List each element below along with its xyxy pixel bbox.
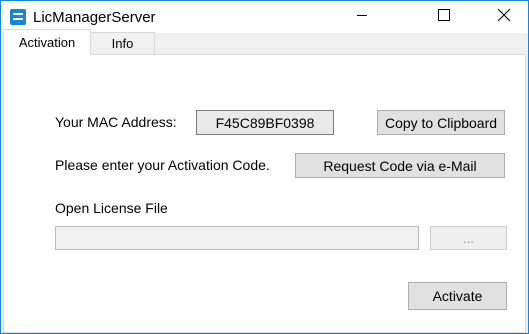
- mac-address-label: Your MAC Address:: [55, 114, 177, 130]
- activation-code-prompt: Please enter your Activation Code.: [55, 157, 270, 173]
- maximize-button[interactable]: [421, 1, 467, 33]
- license-file-label: Open License File: [55, 200, 168, 216]
- maximize-icon: [437, 8, 451, 27]
- license-file-path-field[interactable]: [55, 226, 419, 250]
- request-code-button[interactable]: Request Code via e-Mail: [295, 153, 505, 178]
- app-window: LicManagerServer Activation Info Your MA…: [0, 0, 529, 334]
- browse-button[interactable]: ...: [430, 226, 507, 250]
- activation-panel: Your MAC Address: F45C89BF0398 Copy to C…: [3, 54, 526, 333]
- window-title: LicManagerServer: [33, 9, 156, 26]
- mac-address-field: F45C89BF0398: [196, 110, 334, 135]
- close-button[interactable]: [481, 1, 527, 33]
- close-icon: [497, 8, 511, 27]
- activate-button[interactable]: Activate: [408, 282, 507, 310]
- copy-to-clipboard-button[interactable]: Copy to Clipboard: [377, 110, 505, 135]
- tab-activation[interactable]: Activation: [3, 29, 91, 55]
- minimize-icon: [356, 8, 368, 26]
- app-icon: [10, 9, 26, 25]
- tab-info[interactable]: Info: [91, 32, 155, 55]
- minimize-button[interactable]: [339, 1, 385, 33]
